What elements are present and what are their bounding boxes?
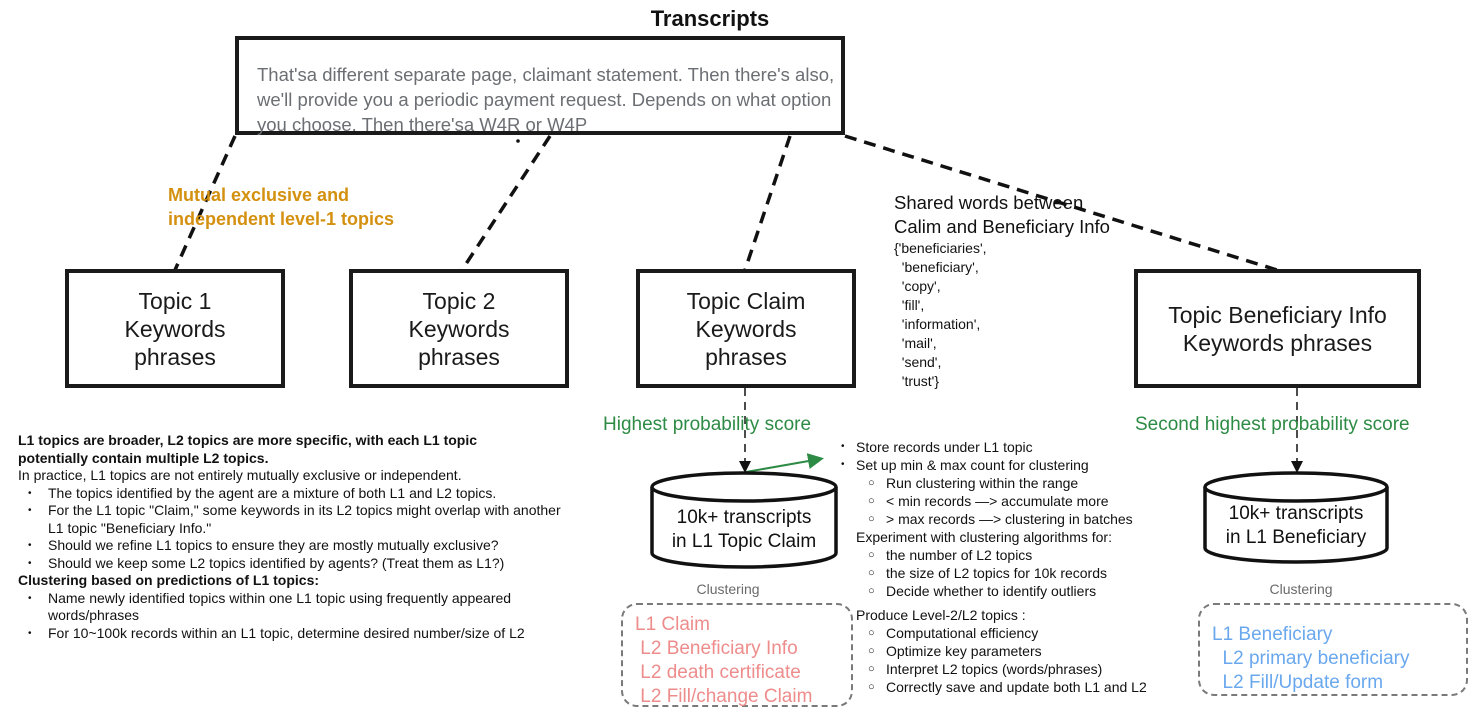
step-sub-bullet: Computational efficiency — [838, 624, 1178, 642]
shared-word: 'information', — [894, 316, 981, 332]
topic-label: Topic 1 — [138, 287, 212, 314]
cluster-item-l2: L2 primary beneficiary — [1212, 648, 1410, 669]
database-label: in L1 Topic Claim — [671, 531, 817, 552]
step-sub-bullet: the size of L2 topics for 10k records — [838, 564, 1178, 582]
shared-word: 'fill', — [894, 297, 925, 313]
notes-intro: In practice, L1 topics are not entirely … — [18, 467, 462, 483]
connector-topic2 — [460, 135, 552, 271]
topic-label: Topic Claim — [686, 287, 806, 314]
topic-label: phrases — [134, 343, 216, 370]
topic-label: Keywords phrases — [1182, 329, 1373, 356]
topic-label: phrases — [705, 343, 787, 370]
step-sub-bullet: Correctly save and update both L1 and L2 — [838, 678, 1178, 696]
step-sub-bullet: Run clustering within the range — [838, 474, 1178, 492]
step-sub-bullet: the number of L2 topics — [838, 546, 1178, 564]
database-label: 10k+ transcripts — [676, 507, 812, 528]
step-produce: Produce Level-2/L2 topics : — [856, 607, 1026, 623]
clustering-label-beneficiary: Clustering — [1269, 581, 1333, 597]
shared-word: {'beneficiaries', — [894, 240, 987, 256]
clustering-box-beneficiary: L1 Beneficiary L2 primary beneficiary L2… — [1198, 603, 1468, 696]
shared-words-annotation: Shared words between Calim and Beneficia… — [894, 191, 1110, 391]
claim-green-arrow — [745, 453, 824, 473]
database-label: in L1 Beneficiary — [1225, 527, 1367, 548]
clustering-box-claim: L1 Claim L2 Beneficiary Info L2 death ce… — [621, 603, 853, 707]
topic-box-2[interactable]: Topic 2 Keywords phrases — [349, 269, 569, 388]
step-sub-bullet: Interpret L2 topics (words/phrases) — [838, 660, 1178, 678]
shared-word: 'trust'} — [894, 373, 940, 389]
database-claim[interactable]: 10k+ transcripts in L1 Topic Claim — [652, 506, 836, 554]
topic-label: Topic Beneficiary Info — [1168, 301, 1387, 328]
step-sub-bullet: < min records —> accumulate more — [838, 492, 1178, 510]
shared-words-header-line: Shared words between — [894, 192, 1084, 213]
notes-heading: L1 topics are broader, L2 topics are mor… — [18, 432, 578, 467]
notes-bullet: Name newly identified topics within one … — [18, 590, 578, 625]
cluster-item-l2: L2 Beneficiary Info — [635, 638, 798, 659]
shared-word: 'send', — [894, 354, 942, 370]
shared-words-list: {'beneficiaries', 'beneficiary', 'copy',… — [894, 239, 1110, 391]
transcript-box: That'sa different separate page, claiman… — [235, 36, 845, 135]
cluster-item-l1: L1 Claim — [635, 614, 710, 635]
notes-bullet: Should we keep some L2 topics identified… — [18, 555, 578, 573]
highest-probability-label: Highest probability score — [603, 414, 812, 435]
shared-word: 'beneficiary', — [894, 259, 979, 275]
topic-label: Keywords — [124, 315, 226, 342]
shared-words-header: Shared words between Calim and Beneficia… — [894, 191, 1110, 239]
mutual-exclusive-annotation: Mutual exclusive and independent level-1… — [168, 183, 394, 231]
shared-word: 'mail', — [894, 335, 937, 351]
step-sub-bullet: > max records —> clustering in batches — [838, 510, 1178, 528]
topic-label: Topic 2 — [422, 287, 496, 314]
notes-panel: L1 topics are broader, L2 topics are mor… — [18, 432, 578, 642]
connector-topic-claim — [743, 135, 792, 271]
topic-box-claim[interactable]: Topic Claim Keywords phrases — [636, 269, 856, 388]
cluster-item-l2: L2 Fill/change Claim — [635, 686, 813, 707]
topic-box-1[interactable]: Topic 1 Keywords phrases — [65, 269, 285, 388]
process-steps: Store records under L1 topic Set up min … — [838, 438, 1178, 696]
step-sub-bullet: Optimize key parameters — [838, 642, 1178, 660]
step-sub-bullet: Decide whether to identify outliers — [838, 582, 1178, 600]
topic-label: phrases — [418, 343, 500, 370]
clustering-label-claim: Clustering — [696, 581, 760, 597]
notes-bullet: Should we refine L1 topics to ensure the… — [18, 537, 578, 555]
cluster-item-l2: L2 death certificate — [635, 662, 801, 683]
notes-bullet: For the L1 topic "Claim," some keywords … — [18, 502, 578, 537]
notes-heading-line: L1 topics are broader, L2 topics are mor… — [18, 432, 478, 448]
topic-label: Keywords — [408, 315, 510, 342]
shared-word: 'copy', — [894, 278, 941, 294]
database-label: 10k+ transcripts — [1228, 503, 1364, 524]
notes-bullet: For 10~100k records within an L1 topic, … — [18, 625, 578, 643]
annotation-line: Mutual exclusive and — [168, 185, 350, 205]
notes-bullet: The topics identified by the agent are a… — [18, 485, 578, 503]
notes-clustering-heading: Clustering based on predictions of L1 to… — [18, 572, 320, 588]
annotation-line: independent level-1 topics — [168, 209, 395, 229]
step-bullet: Set up min & max count for clustering — [838, 456, 1178, 474]
second-probability-label: Second highest probability score — [1135, 414, 1410, 435]
step-experiment: Experiment with clustering algorithms fo… — [856, 529, 1112, 545]
step-bullet: Store records under L1 topic — [838, 438, 1178, 456]
topic-box-beneficiary[interactable]: Topic Beneficiary Info Keywords phrases — [1134, 269, 1421, 388]
page-title: Transcripts — [650, 6, 770, 31]
database-beneficiary[interactable]: 10k+ transcripts in L1 Beneficiary — [1205, 502, 1387, 550]
stray-dot — [516, 139, 520, 143]
topic-label: Keywords — [695, 315, 797, 342]
shared-words-header-line: Calim and Beneficiary Info — [894, 216, 1110, 237]
cluster-item-l1: L1 Beneficiary — [1212, 624, 1333, 645]
notes-heading-line: potentially contain multiple L2 topics. — [18, 449, 269, 466]
cluster-item-l2: L2 Fill/Update form — [1212, 672, 1384, 693]
transcript-text: That'sa different separate page, claiman… — [257, 64, 835, 135]
